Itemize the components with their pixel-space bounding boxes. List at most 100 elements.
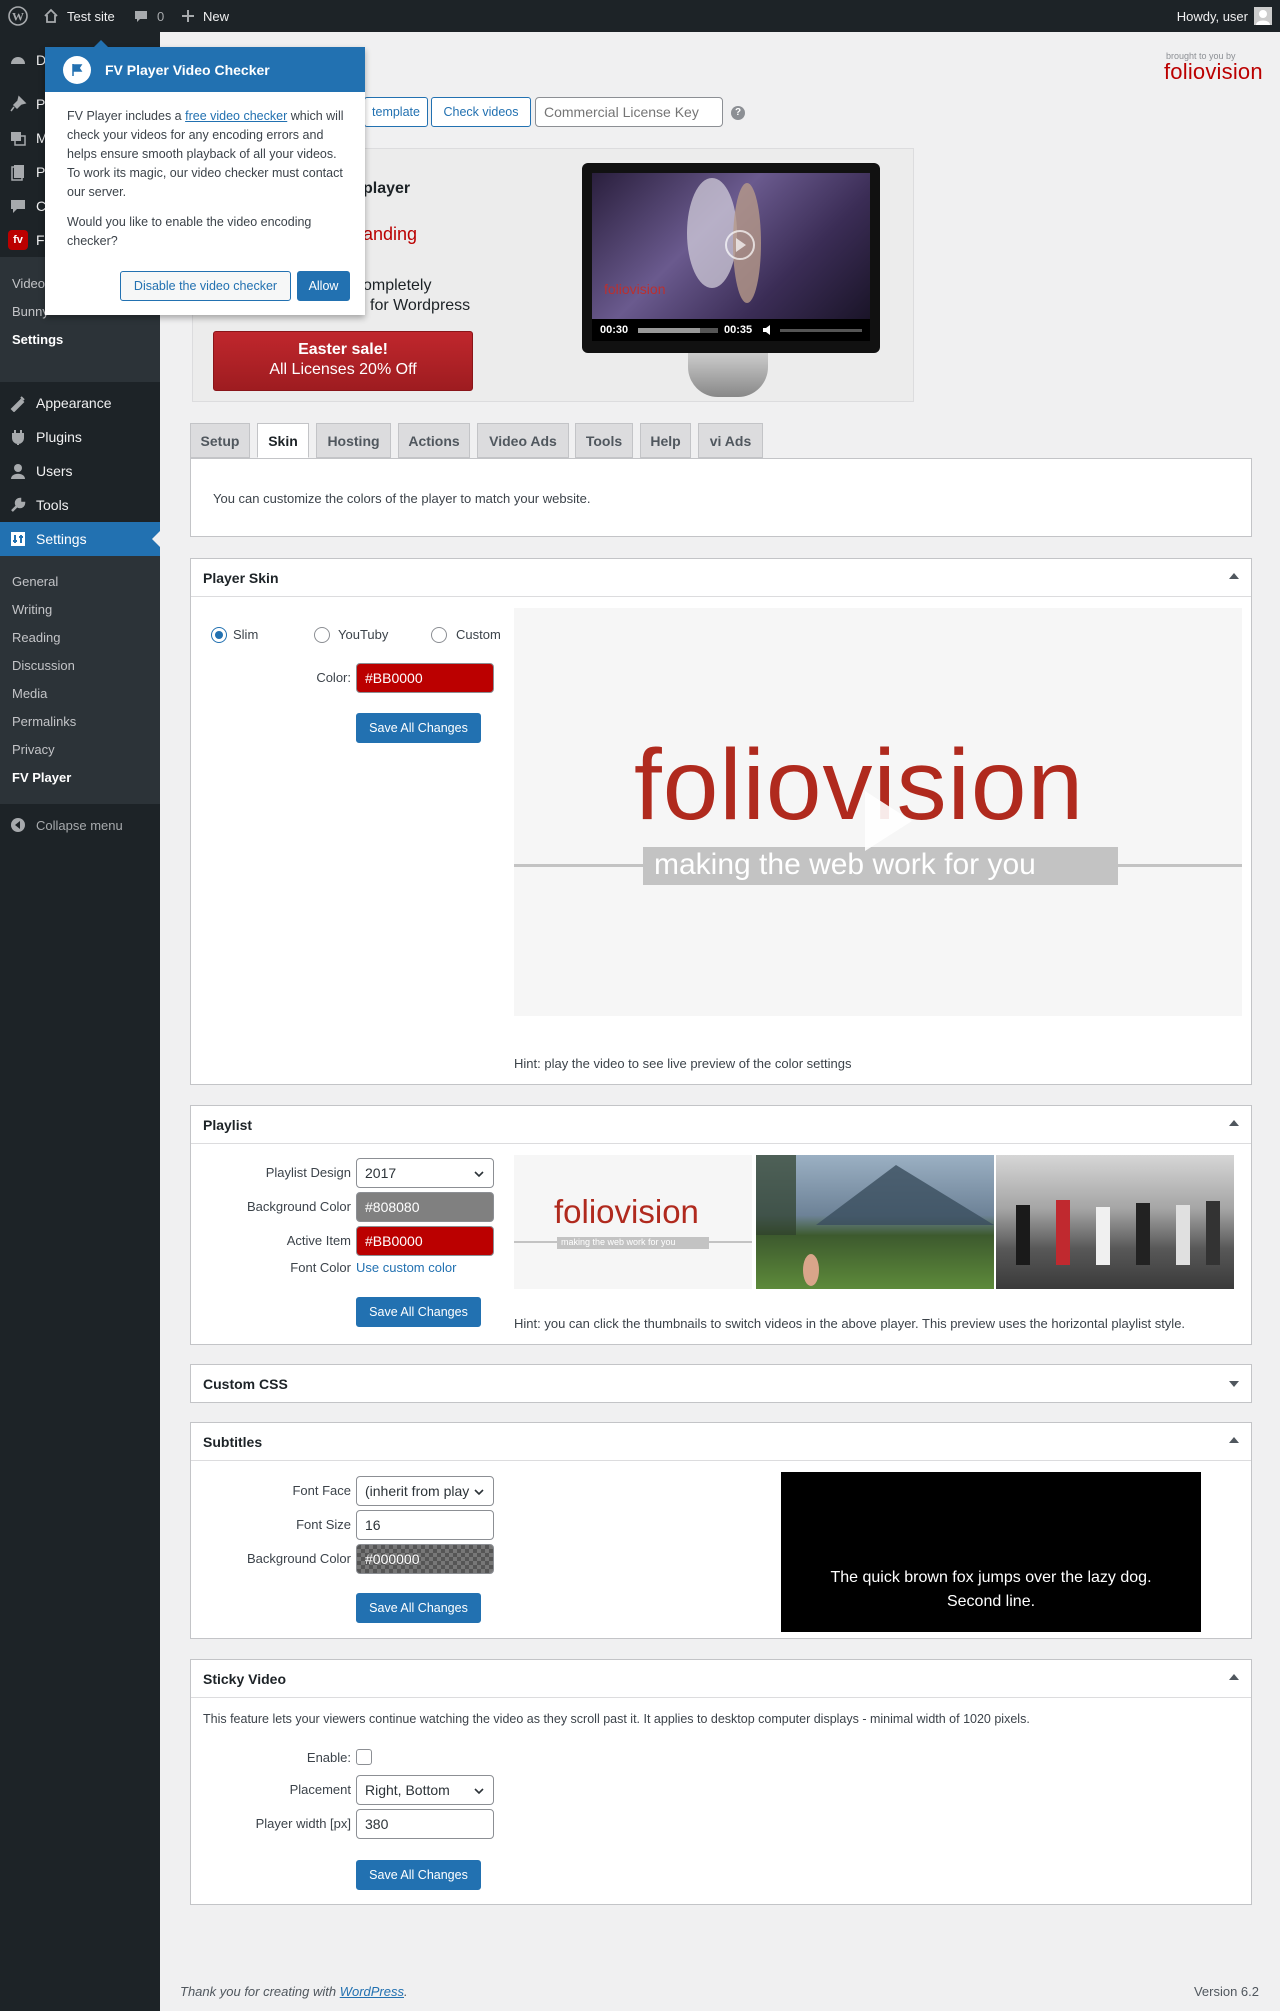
wordpress-logo-icon[interactable]: W (8, 0, 28, 32)
subtitle-line-1: The quick brown fox jumps over the lazy … (830, 1569, 1152, 1586)
playlist-design-value: 2017 (365, 1165, 397, 1181)
expand-arrow-icon[interactable] (1229, 1381, 1239, 1392)
save-sticky-button[interactable]: Save All Changes (356, 1860, 481, 1890)
custom-css-panel: Custom CSS (190, 1364, 1252, 1403)
promo-line-2: anding (363, 224, 418, 244)
tab-video-ads[interactable]: Video Ads (477, 423, 569, 458)
skin-radio-youtuby[interactable] (314, 627, 330, 643)
collapse-arrow-icon[interactable] (1229, 1115, 1239, 1126)
submenu-privacy[interactable]: Privacy (12, 742, 55, 757)
submenu-bunny[interactable]: Bunny (12, 304, 49, 319)
sticky-header[interactable]: Sticky Video (191, 1660, 1251, 1698)
allow-button[interactable]: Allow (297, 271, 350, 301)
save-playlist-button[interactable]: Save All Changes (356, 1297, 481, 1327)
menu-plugins[interactable]: Plugins (0, 420, 160, 454)
progress-bar[interactable] (638, 328, 718, 333)
save-subtitles-button[interactable]: Save All Changes (356, 1593, 481, 1623)
check-videos-button[interactable]: Check videos (431, 97, 531, 127)
skin-radio-custom[interactable] (431, 627, 447, 643)
menu-tools[interactable]: Tools (0, 488, 160, 522)
playlist-header[interactable]: Playlist (191, 1106, 1251, 1144)
free-video-checker-link[interactable]: free video checker (185, 109, 287, 123)
pages-icon (0, 163, 36, 181)
collapse-arrow-icon[interactable] (1229, 1432, 1239, 1443)
menu-settings-label: Settings (36, 531, 87, 547)
chevron-down-icon (473, 1486, 485, 1498)
enable-checkbox[interactable] (356, 1749, 372, 1765)
collapse-menu-button[interactable]: Collapse menu (0, 808, 160, 842)
wordpress-link[interactable]: WordPress (340, 1984, 404, 1999)
disable-video-checker-button[interactable]: Disable the video checker (120, 271, 291, 301)
placement-select[interactable]: Right, Bottom (356, 1775, 494, 1805)
tab-help[interactable]: Help (640, 423, 691, 458)
save-skin-button[interactable]: Save All Changes (356, 713, 481, 743)
playlist-thumb-3[interactable] (996, 1155, 1234, 1289)
font-size-input[interactable]: 16 (356, 1510, 494, 1540)
site-name: Test site (67, 8, 115, 24)
player-preview[interactable]: foliovision making the web work for you (514, 608, 1242, 1016)
my-account-link[interactable]: Howdy, user (1177, 0, 1272, 32)
tab-vi-ads[interactable]: vi Ads (698, 423, 763, 458)
site-name-link[interactable]: Test site (43, 0, 115, 32)
skin-color-input[interactable]: #BB0000 (356, 663, 494, 693)
skin-label-custom: Custom (456, 627, 501, 642)
sticky-video-panel: Sticky Video This feature lets your view… (190, 1659, 1252, 1905)
collapse-arrow-icon[interactable] (1229, 1669, 1239, 1680)
player-skin-header[interactable]: Player Skin (191, 559, 1251, 597)
template-button[interactable]: template (364, 97, 428, 127)
volume-bar[interactable] (780, 329, 862, 332)
menu-settings[interactable]: Settings (0, 522, 160, 556)
submenu-reading[interactable]: Reading (12, 630, 60, 645)
tab-tools[interactable]: Tools (575, 423, 633, 458)
playlist-thumb-1[interactable]: foliovision making the web work for you (514, 1155, 752, 1289)
popover-text: FV Player includes a free video checker … (67, 107, 345, 202)
playlist-bg-input[interactable]: #808080 (356, 1192, 494, 1222)
plus-icon (182, 10, 194, 22)
dashboard-icon (0, 51, 36, 69)
submenu-fv-player[interactable]: FV Player (12, 770, 71, 785)
tab-setup[interactable]: Setup (190, 423, 250, 458)
monitor-image: foliovision 00:30 00:35 (582, 163, 880, 353)
submenu-settings[interactable]: Settings (12, 332, 63, 347)
use-custom-color-link[interactable]: Use custom color (356, 1260, 456, 1275)
skin-radio-slim[interactable] (211, 627, 227, 643)
tab-actions[interactable]: Actions (398, 423, 470, 458)
play-icon[interactable] (857, 786, 917, 856)
subtitles-header[interactable]: Subtitles (191, 1423, 1251, 1461)
submenu-discussion[interactable]: Discussion (12, 658, 75, 673)
easter-sale-button[interactable]: Easter sale! All Licenses 20% Off (213, 331, 473, 391)
tab-hosting[interactable]: Hosting (316, 423, 391, 458)
chevron-down-icon (474, 1171, 484, 1178)
help-icon[interactable]: ? (731, 106, 745, 120)
popover-text-pre: FV Player includes a (67, 109, 186, 123)
custom-css-header[interactable]: Custom CSS (191, 1365, 1251, 1403)
submenu-general[interactable]: General (12, 574, 58, 589)
time-total: 00:35 (724, 324, 753, 336)
collapse-arrow-icon[interactable] (1229, 568, 1239, 579)
subtitle-bg-input[interactable]: #000000 (356, 1544, 494, 1574)
popover-header: FV Player Video Checker (45, 47, 365, 92)
subtitles-title: Subtitles (203, 1433, 263, 1450)
submenu-video[interactable]: Video (12, 276, 45, 291)
subtitle-bg-label: Background Color (246, 1551, 351, 1566)
new-label: New (203, 8, 230, 24)
version-text: Version 6.2 (1193, 1984, 1259, 1999)
playlist-design-select[interactable]: 2017 (356, 1158, 494, 1188)
comments-link[interactable]: 0 (133, 0, 164, 32)
submenu-writing[interactable]: Writing (12, 602, 52, 617)
submenu-permalinks[interactable]: Permalinks (12, 714, 76, 729)
crowd-image (1016, 1200, 1220, 1265)
playlist-active-input[interactable]: #BB0000 (356, 1226, 494, 1256)
tab-skin[interactable]: Skin (257, 423, 309, 458)
font-face-select[interactable]: (inherit from play (356, 1476, 494, 1506)
menu-appearance[interactable]: Appearance (0, 386, 160, 420)
menu-users[interactable]: Users (0, 454, 160, 488)
license-key-input[interactable] (535, 97, 723, 127)
submenu-media[interactable]: Media (12, 686, 47, 701)
playlist-thumb-2[interactable] (756, 1155, 994, 1289)
intro-box: You can customize the colors of the play… (190, 458, 1252, 537)
player-width-input[interactable]: 380 (356, 1809, 494, 1839)
comments-count: 0 (157, 8, 165, 24)
volume-icon[interactable] (762, 324, 774, 336)
new-content-link[interactable]: New (181, 0, 229, 32)
